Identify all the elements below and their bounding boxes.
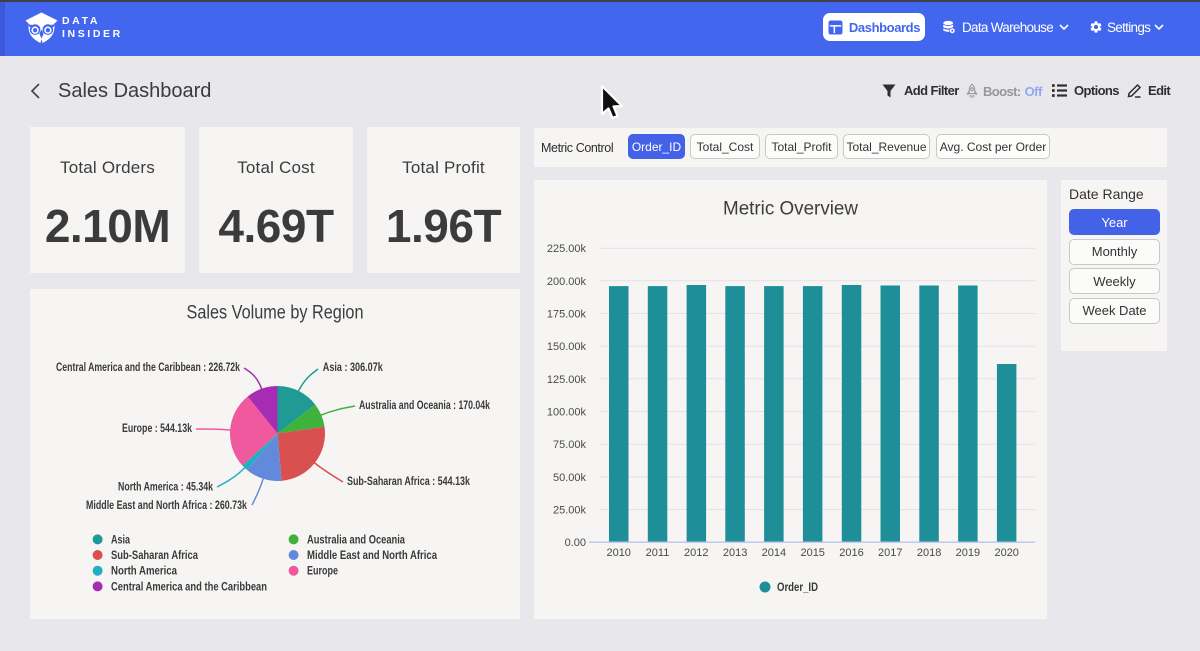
svg-text:2014: 2014 — [762, 547, 786, 559]
svg-text:Middle East and North Africa :: Middle East and North Africa : 260.73k — [86, 500, 247, 512]
svg-text:150.00k: 150.00k — [547, 341, 587, 353]
svg-text:2010: 2010 — [606, 547, 630, 559]
svg-text:0.00: 0.00 — [565, 537, 586, 549]
svg-text:100.00k: 100.00k — [547, 407, 587, 419]
svg-text:Europe: Europe — [307, 566, 338, 578]
svg-text:Asia: Asia — [111, 534, 130, 546]
svg-text:Europe : 544.13k: Europe : 544.13k — [122, 423, 192, 435]
svg-text:Metric Overview: Metric Overview — [723, 199, 858, 220]
svg-text:50.00k: 50.00k — [553, 472, 587, 484]
svg-text:75.00k: 75.00k — [553, 439, 587, 451]
svg-text:2016: 2016 — [839, 547, 863, 559]
svg-text:175.00k: 175.00k — [547, 309, 587, 321]
svg-text:2011: 2011 — [646, 547, 670, 559]
svg-text:225.00k: 225.00k — [547, 243, 587, 255]
svg-text:2020: 2020 — [994, 547, 1018, 559]
svg-text:Order_ID: Order_ID — [777, 582, 818, 594]
svg-text:Australia and Oceania: Australia and Oceania — [307, 534, 405, 546]
svg-text:2017: 2017 — [878, 547, 902, 559]
svg-text:200.00k: 200.00k — [547, 276, 587, 288]
svg-text:Middle East and North Africa: Middle East and North Africa — [307, 550, 437, 562]
svg-text:2012: 2012 — [684, 547, 708, 559]
svg-text:Australia and Oceania : 170.04: Australia and Oceania : 170.04k — [359, 400, 490, 412]
svg-text:25.00k: 25.00k — [553, 505, 587, 517]
svg-text:2013: 2013 — [723, 547, 747, 559]
svg-text:Central America and the Caribb: Central America and the Caribbean : 226.… — [56, 362, 240, 374]
svg-text:2015: 2015 — [800, 547, 824, 559]
svg-text:2018: 2018 — [917, 547, 941, 559]
svg-text:North America: North America — [111, 566, 177, 578]
svg-text:Asia : 306.07k: Asia : 306.07k — [323, 362, 383, 374]
svg-text:Central America and the Caribb: Central America and the Caribbean — [111, 581, 267, 593]
svg-text:125.00k: 125.00k — [547, 374, 587, 386]
svg-text:North America : 45.34k: North America : 45.34k — [118, 482, 213, 494]
svg-text:Sub-Saharan Africa: Sub-Saharan Africa — [111, 550, 198, 562]
svg-text:2019: 2019 — [956, 547, 980, 559]
svg-text:Sub-Saharan Africa : 544.13k: Sub-Saharan Africa : 544.13k — [347, 476, 470, 488]
svg-text:Sales Volume by Region: Sales Volume by Region — [187, 303, 364, 324]
